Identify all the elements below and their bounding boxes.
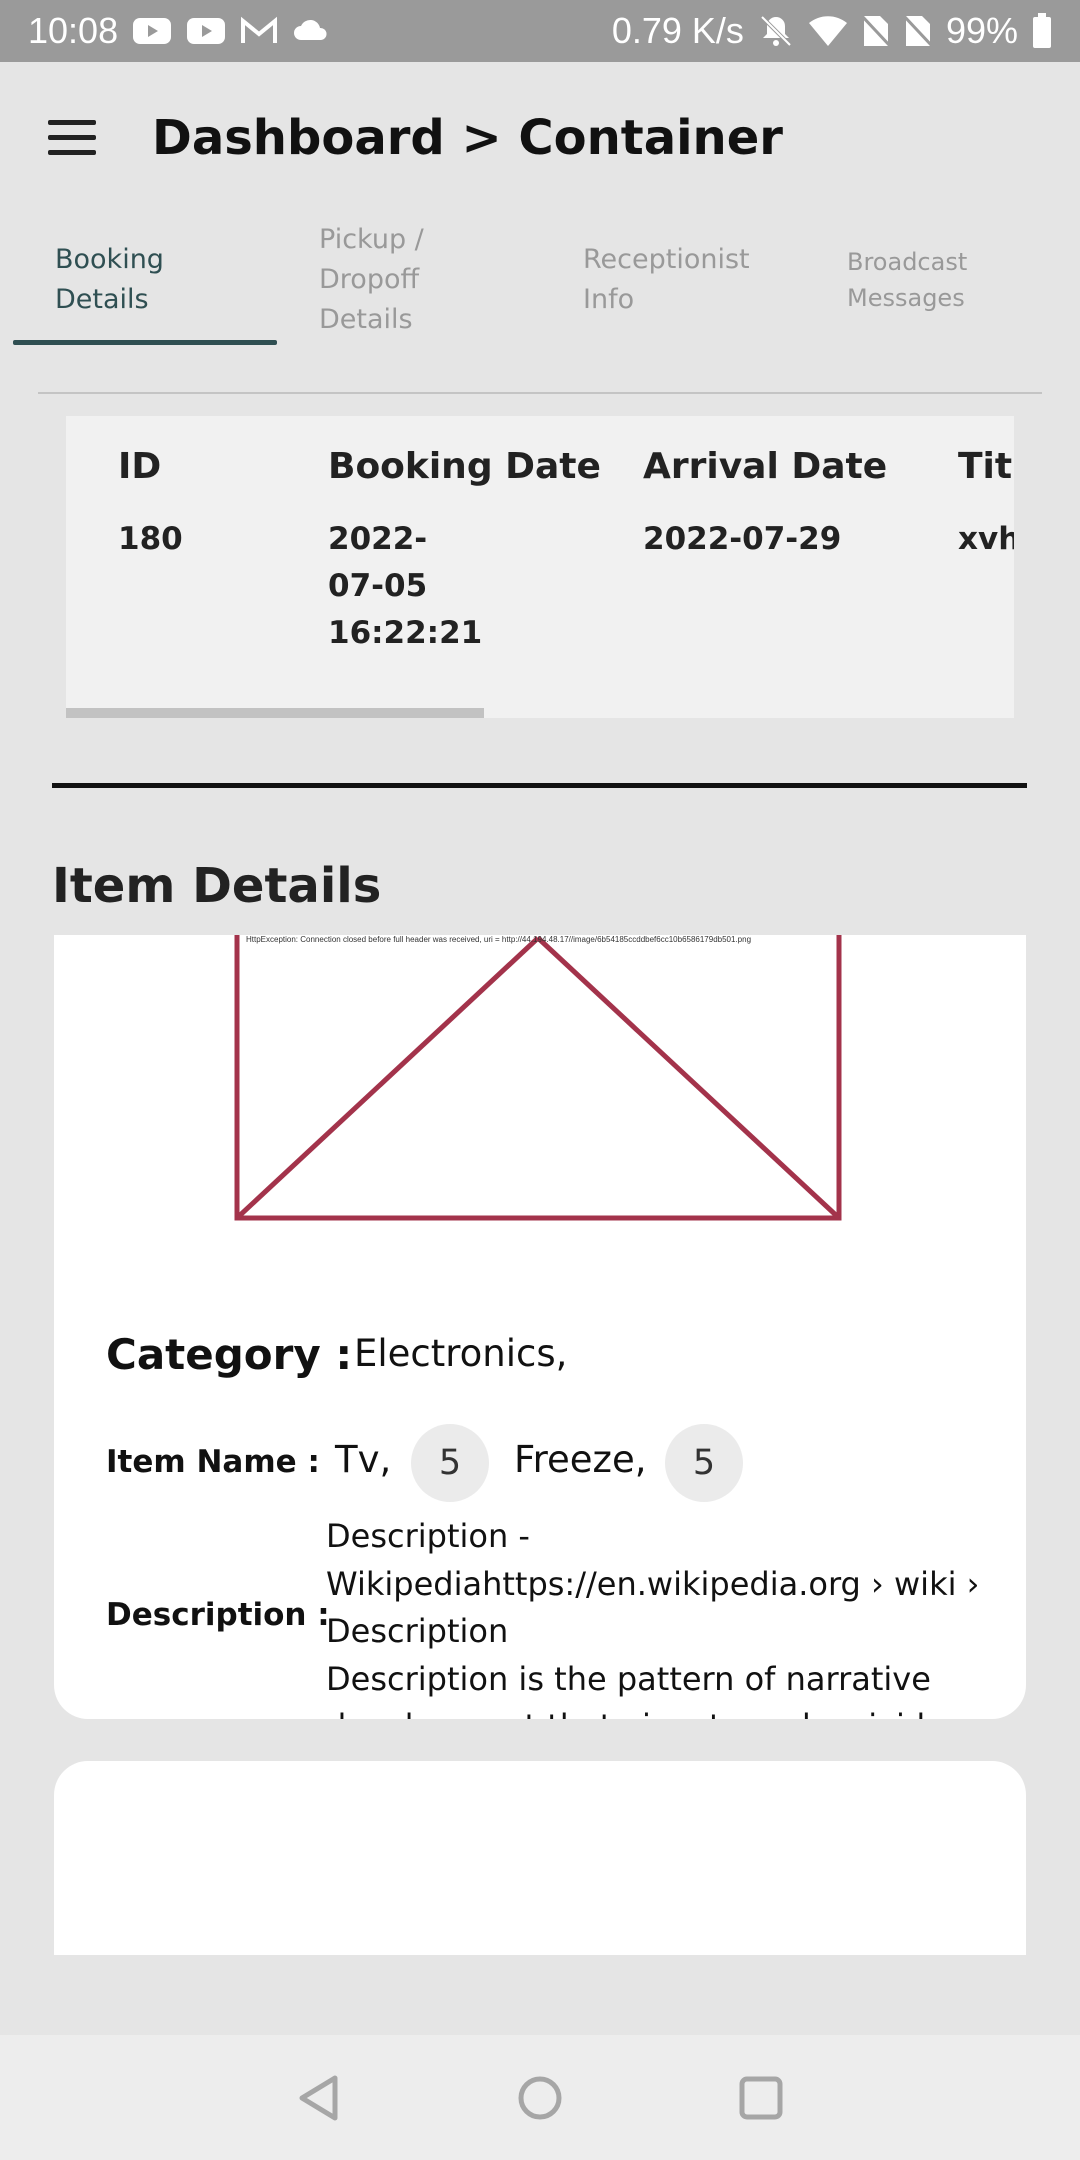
table-cell: xvh [958,521,1014,557]
tab-booking-details[interactable]: Booking Details [13,212,277,348]
description-line: Description is the pattern of narrative [326,1659,931,1698]
system-nav-bar [0,2035,1080,2160]
tab-pickup-dropoff-details[interactable]: Pickup / Dropoff Details [277,212,541,348]
horizontal-scrollbar[interactable] [66,708,1014,718]
home-icon[interactable] [515,2073,565,2123]
tab-label-line: Booking [55,244,164,275]
description-label: Description : [106,1597,330,1633]
description-line: development that aims to make vivid [326,1703,986,1719]
mute-icon [758,13,794,49]
tab-broadcast-messages[interactable]: Broadcast Messages [805,212,1069,348]
tab-bar: Booking Details Pickup / Dropoff Details… [0,212,1080,348]
active-tab-indicator [13,340,277,345]
broken-image-icon [234,935,842,1221]
page-title: Dashboard > Container [152,110,783,166]
tab-label-line: Pickup / [319,224,424,255]
item-name: Freeze, [514,1438,647,1481]
gmail-icon [240,16,278,46]
item-details-card: HttpException: Connection closed before … [54,935,1026,1719]
category-value: Electronics, [354,1332,568,1375]
column-header: Booking Date [328,446,601,487]
tab-label-line: Info [583,284,635,315]
table-cell: 2022-07-29 [643,521,842,557]
description-line: Description [326,1612,509,1650]
wifi-icon [808,14,848,48]
cloud-icon [292,16,330,46]
description-line: Description - [326,1517,530,1555]
booking-table-card[interactable]: ID 180 Booking Date 2022-07-05 16:22:21 … [66,416,1014,718]
status-bar: 10:08 0.79 K/s 99% [0,0,1080,62]
item-details-title: Item Details [52,858,382,914]
section-divider [52,783,1027,788]
tab-receptionist-info[interactable]: Receptionist Info [541,212,805,348]
description-text: Description - Wikipediahttps://en.wikipe… [326,1513,986,1719]
status-bar-left: 10:08 [28,10,330,52]
youtube-icon [132,16,172,46]
column-header: Arrival Date [643,446,888,487]
table-cell: 180 [118,521,183,557]
column-header: ID [118,446,162,487]
app-header: Dashboard > Container [0,62,1080,212]
tab-label-line: Dropoff [319,264,420,295]
item-name: Tv, [335,1438,392,1481]
tabs-divider [38,392,1042,394]
tab-label-line: Messages [847,284,965,312]
item-quantity-badge: 5 [665,1424,743,1502]
tab-label-line: Broadcast [847,248,968,276]
next-item-card [54,1761,1026,1955]
battery-percent: 99% [945,10,1018,51]
network-speed: 0.79 K/s [611,10,744,51]
tab-label-line: Details [319,304,413,335]
category-label: Category : [106,1330,353,1379]
no-sim-icon [903,14,932,48]
youtube-icon [186,16,226,46]
item-quantity-badge: 5 [411,1424,489,1502]
hamburger-menu-icon[interactable] [48,107,108,167]
recents-icon[interactable] [736,2073,786,2123]
column-header: Titl [958,446,1014,487]
scrollbar-thumb[interactable] [66,708,484,718]
image-error-message: HttpException: Connection closed before … [246,935,752,944]
item-name-label: Item Name : [106,1444,320,1480]
status-time: 10:08 [28,10,119,51]
back-icon[interactable] [295,2073,345,2123]
no-sim-icon [861,14,890,48]
table-cell: 2022-07-05 16:22:21 [328,521,483,651]
tab-label-line: Details [55,284,149,315]
tab-label-line: Receptionist [583,244,750,275]
description-line: Wikipediahttps://en.wikipedia.org › wiki… [326,1564,980,1603]
status-bar-right: 0.79 K/s 99% [612,10,1052,52]
battery-icon [1032,13,1052,49]
